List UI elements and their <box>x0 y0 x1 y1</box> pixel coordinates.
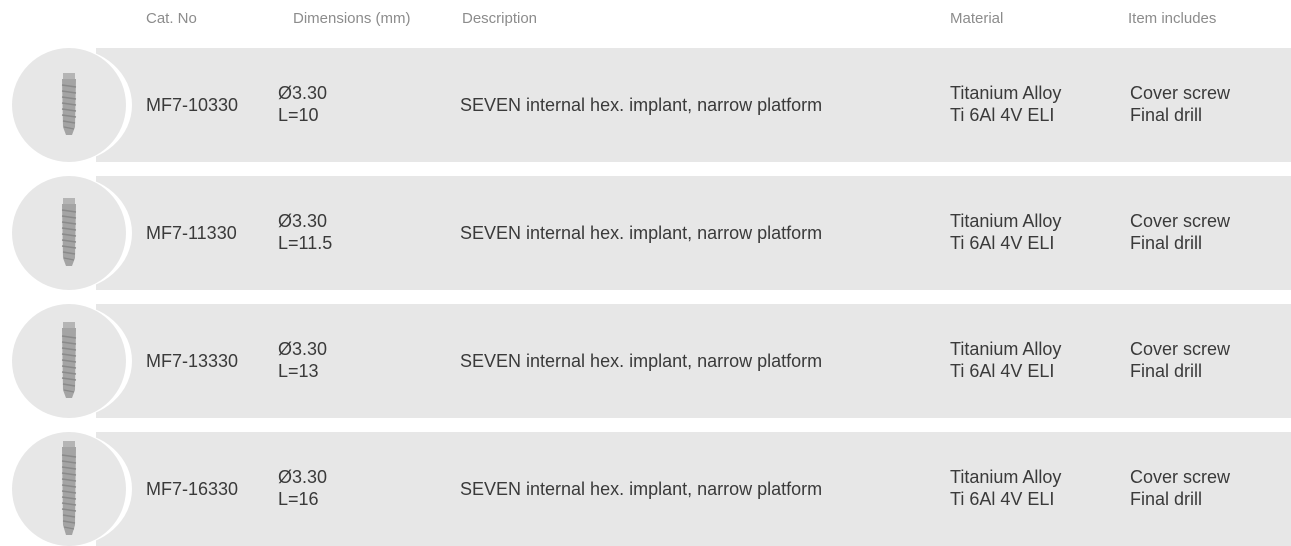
header-cat-no: Cat. No <box>146 10 197 27</box>
material: Titanium Alloy Ti 6Al 4V ELI <box>950 338 1061 382</box>
dimensions: Ø3.30 L=13 <box>278 338 327 382</box>
diameter: Ø3.30 <box>278 467 328 487</box>
item-includes: Cover screw Final drill <box>1130 466 1230 510</box>
implant-image <box>12 48 126 162</box>
diameter: Ø3.30 <box>278 211 328 231</box>
material-grade: Ti 6Al 4V ELI <box>950 361 1055 381</box>
material-grade: Ti 6Al 4V ELI <box>950 105 1055 125</box>
item-includes: Cover screw Final drill <box>1130 338 1230 382</box>
material-name: Titanium Alloy <box>950 83 1062 103</box>
diameter: Ø3.30 <box>278 83 328 103</box>
cat-no: MF7-16330 <box>146 479 239 499</box>
dimensions: Ø3.30 L=10 <box>278 82 327 126</box>
dimensions: Ø3.30 L=11.5 <box>278 210 332 254</box>
header-material: Material <box>950 10 1004 27</box>
item-includes: Cover screw Final drill <box>1130 82 1230 126</box>
implant-icon <box>61 73 77 135</box>
material: Titanium Alloy Ti 6Al 4V ELI <box>950 82 1061 126</box>
diameter: Ø3.30 <box>278 339 328 359</box>
table-row: MF7-10330 Ø3.30 L=10 SEVEN internal hex.… <box>0 48 1291 162</box>
cat-no: MF7-11330 <box>146 223 237 243</box>
material-grade: Ti 6Al 4V ELI <box>950 489 1055 509</box>
include-item: Final drill <box>1130 105 1203 125</box>
length: L=11.5 <box>278 233 333 253</box>
header-description: Description <box>462 10 538 27</box>
material: Titanium Alloy Ti 6Al 4V ELI <box>950 466 1061 510</box>
material-grade: Ti 6Al 4V ELI <box>950 233 1055 253</box>
material-name: Titanium Alloy <box>950 467 1062 487</box>
include-item: Cover screw <box>1130 339 1231 359</box>
table-row: MF7-13330 Ø3.30 L=13 SEVEN internal hex.… <box>0 304 1291 418</box>
implant-icon <box>61 322 77 398</box>
description: SEVEN internal hex. implant, narrow plat… <box>460 479 823 499</box>
include-item: Cover screw <box>1130 211 1231 231</box>
description: SEVEN internal hex. implant, narrow plat… <box>460 95 823 115</box>
dimensions: Ø3.30 L=16 <box>278 466 327 510</box>
header-item-includes: Item includes <box>1128 10 1217 27</box>
implant-icon <box>61 198 77 266</box>
cat-no: MF7-13330 <box>146 351 239 371</box>
include-item: Cover screw <box>1130 467 1231 487</box>
include-item: Final drill <box>1130 361 1203 381</box>
table-row: MF7-11330 Ø3.30 L=11.5 SEVEN internal he… <box>0 176 1291 290</box>
material-name: Titanium Alloy <box>950 211 1062 231</box>
include-item: Final drill <box>1130 233 1203 253</box>
implant-image <box>12 304 126 418</box>
implant-icon <box>61 441 77 535</box>
implant-image <box>12 176 126 290</box>
material-name: Titanium Alloy <box>950 339 1062 359</box>
description: SEVEN internal hex. implant, narrow plat… <box>460 351 823 371</box>
include-item: Final drill <box>1130 489 1203 509</box>
material: Titanium Alloy Ti 6Al 4V ELI <box>950 210 1061 254</box>
table-row: MF7-16330 Ø3.30 L=16 SEVEN internal hex.… <box>0 432 1291 546</box>
cat-no: MF7-10330 <box>146 95 239 115</box>
length: L=10 <box>278 105 319 125</box>
include-item: Cover screw <box>1130 83 1231 103</box>
length: L=13 <box>278 361 319 381</box>
description: SEVEN internal hex. implant, narrow plat… <box>460 223 823 243</box>
length: L=16 <box>278 489 319 509</box>
header-dimensions: Dimensions (mm) <box>293 10 411 27</box>
implant-image <box>12 432 126 546</box>
item-includes: Cover screw Final drill <box>1130 210 1230 254</box>
table-header: Cat. No Dimensions (mm) Description Mate… <box>0 0 1291 48</box>
